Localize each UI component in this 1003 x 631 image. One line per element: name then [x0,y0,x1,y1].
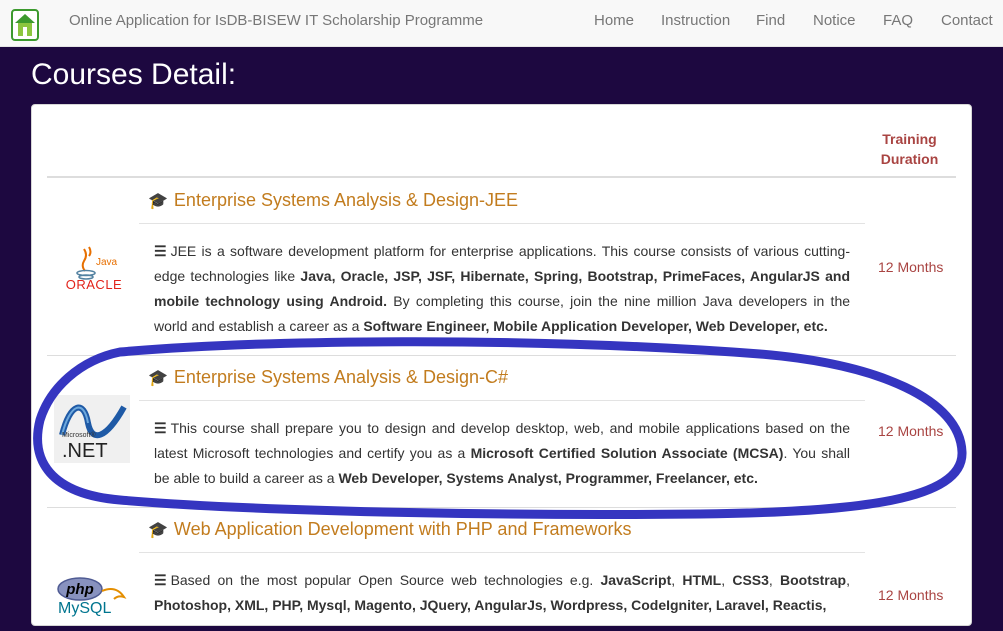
dotnet-logo-graphic: Microsoft® .NET [59,404,127,462]
nav-notice-link[interactable]: Notice [813,12,856,29]
desc-bold: HTML [682,572,722,588]
desc-text: , [768,572,780,588]
course-title-text: Web Application Development with PHP and… [173,519,632,539]
table-header-divider [47,176,956,178]
oracle-logo-text: ORACLE [66,277,122,291]
duration-header-line1: Training [882,131,937,147]
dotnet-logo-text: .NET [62,440,108,462]
course-description-csharp: ☰ This course shall prepare you to design… [154,416,850,491]
row-divider [47,507,956,508]
courses-panel: Training Duration Java ORACLE 🎓 Enterpris… [31,104,972,626]
desc-bold: CSS3 [732,572,769,588]
course-duration-jee: 12 Months [878,259,944,275]
desc-text: , [721,572,733,588]
course-inner-divider [139,400,865,401]
php-mysql-logo: php MySQL [57,577,127,617]
nav-faq-link[interactable]: FAQ [883,12,913,29]
course-title-text: Enterprise Systems Analysis & Design-JEE [173,190,519,210]
course-title-php[interactable]: 🎓 Web Application Development with PHP an… [148,519,631,540]
top-navbar: Online Application for IsDB-BISEW IT Sch… [0,0,1003,47]
mysql-logo-text: MySQL [58,600,111,617]
course-title-text: Enterprise Systems Analysis & Design-C# [173,367,509,387]
php-logo-text: php [65,581,94,598]
desc-text: , [671,572,683,588]
desc-bold: JavaScript [600,572,672,588]
nav-contact-link[interactable]: Contact [941,12,993,29]
java-logo-text: Java [96,257,118,268]
bars-icon: ☰ [154,420,167,436]
desc-text: , [846,572,850,588]
nav-find-link[interactable]: Find [756,12,785,29]
course-description-jee: ☰ JEE is a software development platform … [154,239,850,339]
course-duration-csharp: 12 Months [878,423,944,439]
microsoft-dotnet-logo: Microsoft® .NET [54,395,130,463]
graduation-cap-icon: 🎓 [148,193,168,210]
course-title-jee[interactable]: 🎓 Enterprise Systems Analysis & Design-JE… [148,190,518,211]
main-nav: Home Instruction Find Notice FAQ Contact [0,12,1003,34]
duration-column-header: Training Duration [872,129,947,169]
course-inner-divider [139,223,865,224]
page-title: Courses Detail: [31,58,237,91]
desc-text: Based on the most popular Open Source we… [170,572,601,588]
oracle-java-logo: Java ORACLE [66,246,122,291]
row-divider [47,355,956,356]
desc-bold: Photoshop, XML, PHP, Mysql, Magento, JQu… [154,597,827,613]
desc-bold: Web Developer, Systems Analyst, Programm… [338,470,758,486]
desc-bold: Software Engineer, Mobile Application De… [363,318,828,334]
graduation-cap-icon: 🎓 [148,370,168,387]
course-duration-php: 12 Months [878,587,944,603]
desc-bold: Bootstrap [779,572,847,588]
course-inner-divider [139,552,865,553]
duration-header-line2: Duration [880,151,939,167]
graduation-cap-icon: 🎓 [148,522,168,539]
course-title-csharp[interactable]: 🎓 Enterprise Systems Analysis & Design-C# [148,367,508,388]
nav-instruction-link[interactable]: Instruction [661,12,730,29]
bars-icon: ☰ [154,243,167,259]
bars-icon: ☰ [154,572,167,588]
course-description-php: ☰ Based on the most popular Open Source w… [154,568,850,618]
desc-bold: Microsoft Certified Solution Associate (… [470,445,784,461]
nav-home-link[interactable]: Home [594,12,634,29]
microsoft-logo-text: Microsoft® [62,431,96,439]
